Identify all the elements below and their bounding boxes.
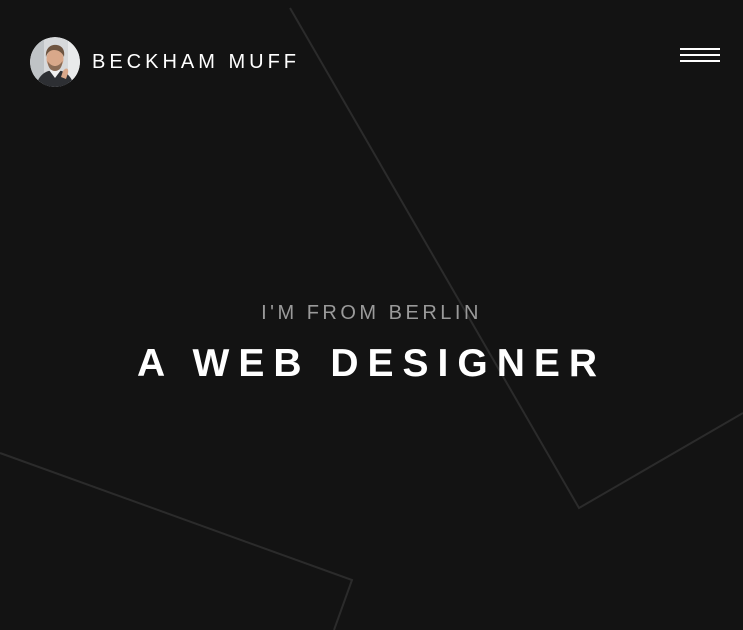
menu-bar-top xyxy=(680,48,720,50)
hero-page: BECKHAM MUFF I'M FROM BERLIN A WEB DESIG… xyxy=(0,0,743,630)
hero-subtitle: I'M FROM BERLIN xyxy=(261,302,482,324)
hamburger-menu-icon[interactable] xyxy=(678,46,720,68)
menu-bar-middle xyxy=(680,54,720,56)
brand-home-link[interactable]: BECKHAM MUFF xyxy=(30,37,300,87)
background-line-left xyxy=(0,452,354,630)
hero-title: A WEB DESIGNER xyxy=(136,342,607,385)
avatar-photo xyxy=(30,37,80,87)
menu-bar-bottom xyxy=(680,60,720,62)
brand-name: BECKHAM MUFF xyxy=(92,50,300,73)
avatar xyxy=(30,37,80,87)
background-line-right xyxy=(289,7,743,510)
